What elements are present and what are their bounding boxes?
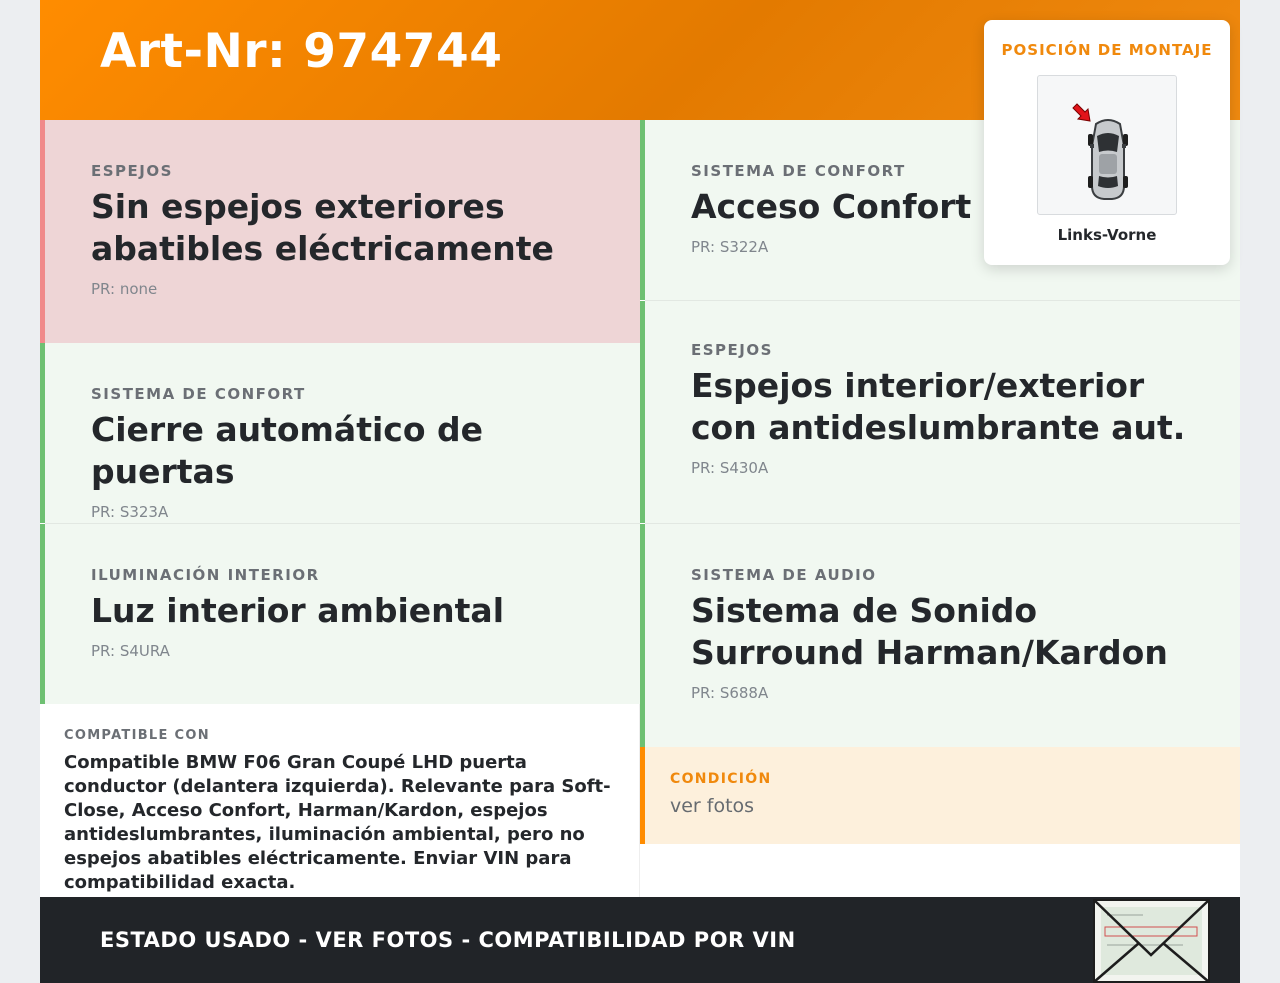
feature-pr-code: PR: S323A	[91, 503, 169, 521]
feature-category: ESPEJOS	[91, 162, 173, 180]
mount-position-image[interactable]	[1037, 75, 1177, 215]
mount-position-label: Links-Vorne	[1057, 226, 1157, 244]
feature-category: SISTEMA DE AUDIO	[691, 566, 877, 584]
mount-position-card: POSICIÓN DE MONTAJE Links-Vorne	[984, 20, 1230, 265]
feature-card-ambient-light: ILUMINACIÓN INTERIOR Luz interior ambien…	[40, 524, 640, 704]
compatibility-section: COMPATIBLE CON Compatible BMW F06 Gran C…	[40, 704, 640, 898]
car-top-view-icon	[1088, 119, 1128, 200]
footer-text: ESTADO USADO - VER FOTOS - COMPATIBILIDA…	[100, 928, 796, 952]
feature-category: ILUMINACIÓN INTERIOR	[91, 566, 320, 584]
envelope-icon	[1093, 899, 1210, 983]
feature-card-mirrors-folding: ESPEJOS Sin espejos exteriores abatibles…	[40, 120, 640, 343]
feature-card-surround-sound: SISTEMA DE AUDIO Sistema de Sonido Surro…	[640, 524, 1240, 747]
feature-card-soft-close: SISTEMA DE CONFORT Cierre automático de …	[40, 343, 640, 523]
feature-pr-code: PR: S4URA	[91, 642, 170, 660]
condition-label: CONDICIÓN	[670, 771, 772, 787]
red-arrow-icon	[1072, 103, 1091, 122]
feature-card-auto-dimming-mirrors: ESPEJOS Espejos interior/exterior con an…	[640, 301, 1240, 523]
feature-value: Cierre automático de puertas	[91, 410, 484, 491]
feature-value: Luz interior ambiental	[91, 591, 505, 630]
feature-category: SISTEMA DE CONFORT	[91, 385, 306, 403]
feature-pr-code: PR: S688A	[691, 684, 769, 702]
condition-section: CONDICIÓN ver fotos	[640, 747, 1240, 844]
feature-category: ESPEJOS	[691, 341, 773, 359]
feature-pr-code: PR: none	[91, 280, 158, 298]
footer-bar: ESTADO USADO - VER FOTOS - COMPATIBILIDA…	[40, 897, 1240, 983]
article-number: Art-Nr: 974744	[100, 24, 503, 79]
feature-pr-code: PR: S430A	[691, 459, 769, 477]
feature-value: Espejos interior/exterior con antideslum…	[691, 366, 1186, 447]
feature-value: Sistema de Sonido Surround Harman/Kardon	[691, 591, 1168, 672]
compatibility-text: Compatible BMW F06 Gran Coupé LHD puerta…	[64, 752, 611, 893]
condition-value: ver fotos	[670, 795, 755, 817]
compatibility-label: COMPATIBLE CON	[64, 728, 210, 743]
feature-value: Sin espejos exteriores abatibles eléctri…	[91, 187, 554, 268]
mount-position-title: POSICIÓN DE MONTAJE	[1001, 41, 1213, 59]
